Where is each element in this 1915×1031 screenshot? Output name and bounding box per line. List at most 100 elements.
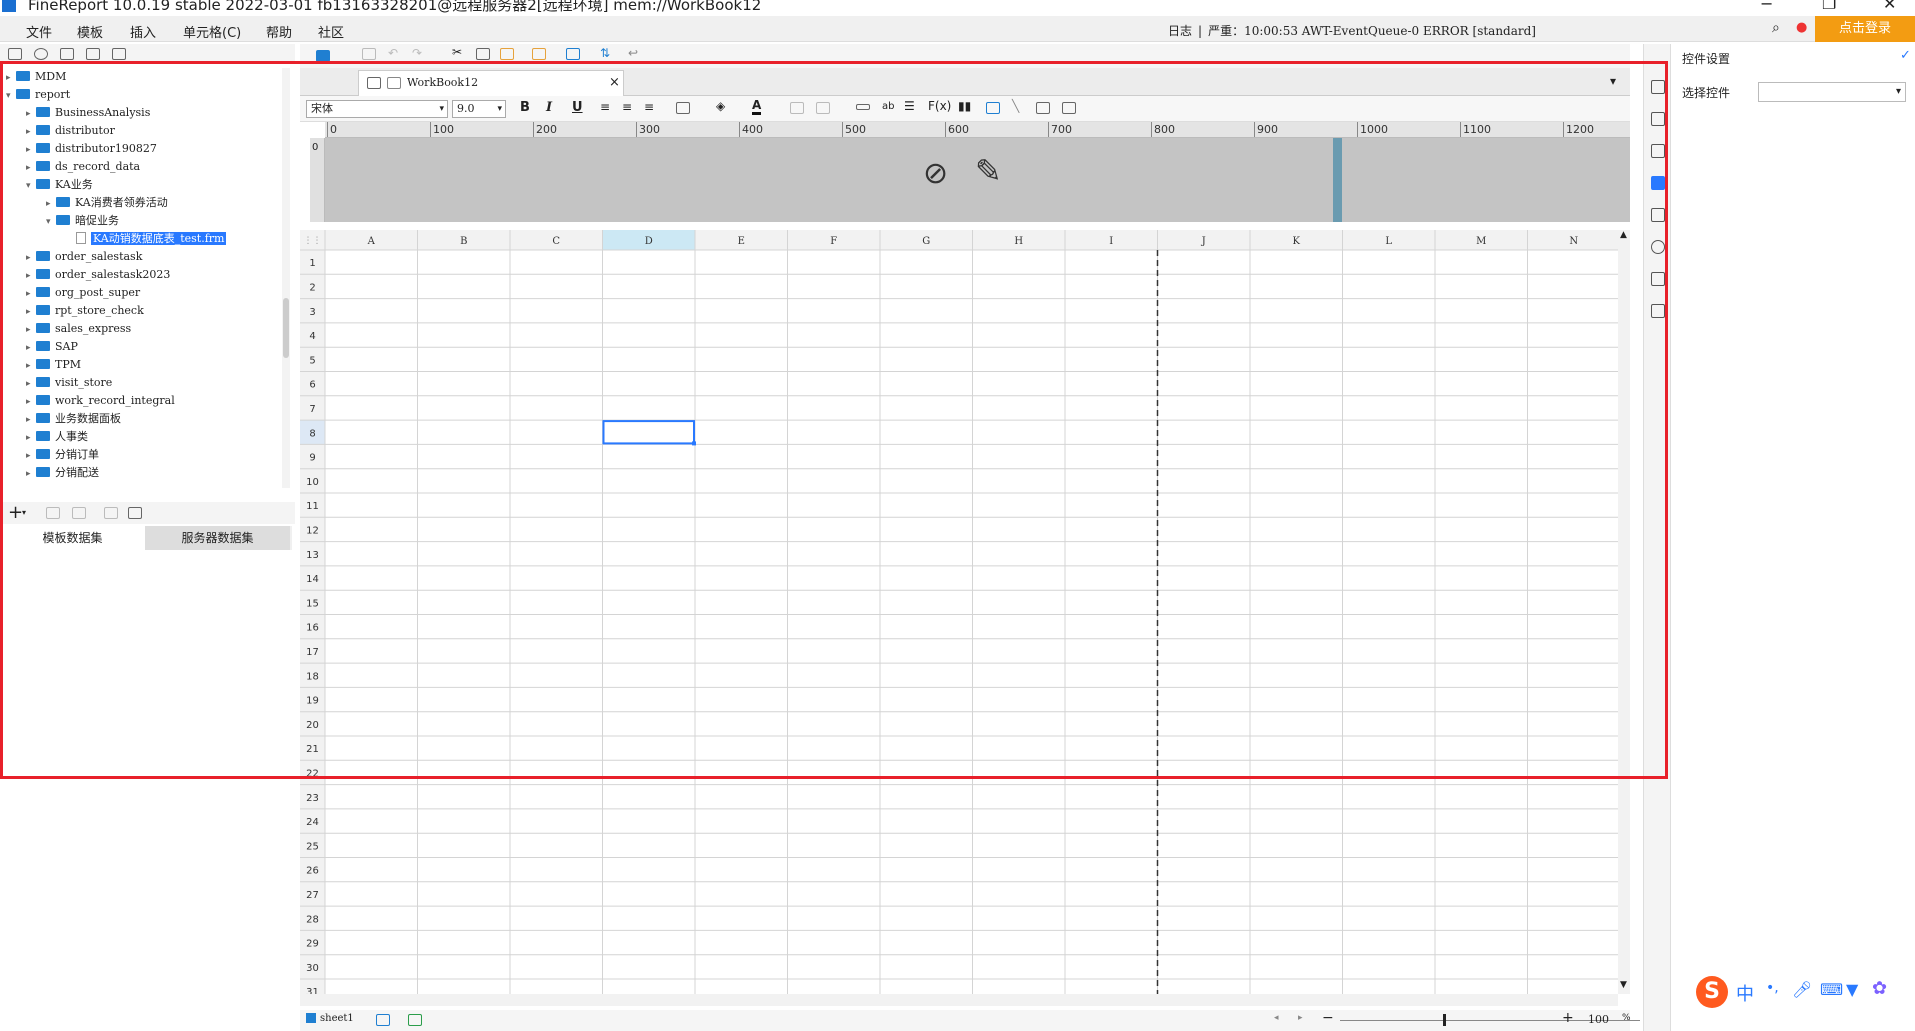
collapsed-arrow-icon[interactable]: ▸ (26, 393, 36, 411)
subreport-icon[interactable] (1036, 102, 1050, 114)
tree-folder[interactable]: ▸ SAP (26, 338, 78, 356)
menu-template[interactable]: 模板 (77, 22, 103, 41)
tree-folder[interactable]: ▾ KA业务 (26, 176, 93, 194)
add-report-icon[interactable] (408, 1014, 422, 1026)
tree-folder[interactable]: ▸ sales_express (26, 320, 131, 338)
tree-folder[interactable]: ▸ distributor (26, 122, 115, 140)
tree-folder[interactable]: ▸ 分销配送 (26, 464, 99, 482)
spreadsheet-grid[interactable]: A B C D E F G H I J K L M N 1 2 3 4 5 6 7 8 9 10 11 12 13 14 15 16 17 1… (300, 230, 1618, 994)
copy-toolbar-icon[interactable] (476, 48, 490, 60)
chart-icon[interactable]: ▮▮ (958, 99, 971, 113)
selected-cell[interactable] (602, 420, 695, 445)
tree-folder[interactable]: ▸ TPM (26, 356, 81, 374)
sogou-logo[interactable]: S (1696, 976, 1728, 1008)
font-select[interactable]: 宋体 ▾ (306, 100, 448, 118)
row-header[interactable]: 15 (306, 598, 319, 609)
row-header[interactable]: 8 (309, 428, 315, 439)
mobile-attr-icon[interactable] (1651, 272, 1665, 286)
collapsed-arrow-icon[interactable]: ▸ (26, 303, 36, 321)
sheet-tab[interactable]: sheet1 (320, 1013, 354, 1024)
microphone-icon[interactable]: 🎤︎ (1792, 980, 1812, 999)
italic-button[interactable]: I (546, 100, 552, 115)
column-header[interactable]: K (1293, 236, 1301, 247)
menu-file[interactable]: 文件 (26, 22, 52, 41)
column-header[interactable]: I (1109, 236, 1113, 247)
unmerge-icon[interactable] (816, 102, 830, 114)
column-header[interactable]: B (460, 236, 467, 247)
collapsed-arrow-icon[interactable]: ▸ (26, 159, 36, 177)
scroll-up-icon[interactable]: ▲ (1620, 230, 1627, 240)
tree-folder[interactable]: ▸ work_record_integral (26, 392, 175, 410)
tree-folder[interactable]: ▸ visit_store (26, 374, 112, 392)
preview-icon[interactable] (566, 48, 580, 60)
add-sheet-icon[interactable] (376, 1014, 390, 1026)
copy-icon[interactable] (112, 48, 126, 60)
row-header[interactable]: 5 (309, 355, 315, 366)
tree-folder[interactable]: ▸ distributor190827 (26, 140, 157, 158)
row-header[interactable]: 19 (306, 696, 319, 707)
row-header[interactable]: 17 (306, 647, 319, 658)
column-header[interactable]: M (1476, 236, 1486, 247)
row-header[interactable]: 11 (306, 501, 319, 512)
ime-lang[interactable]: 中 (1736, 980, 1754, 1006)
tab-server-dataset[interactable]: 服务器数据集 (145, 526, 290, 550)
collapsed-arrow-icon[interactable]: ▸ (26, 285, 36, 303)
tree-folder[interactable]: ▸ KA消费者领券活动 (46, 194, 168, 212)
slash-icon[interactable]: ╲ (1012, 99, 1019, 113)
column-header[interactable]: C (552, 236, 560, 247)
close-window-icon[interactable]: ✕ (1883, 0, 1896, 13)
collapsed-arrow-icon[interactable]: ▸ (46, 195, 56, 213)
tree-structure-icon[interactable] (1651, 304, 1665, 318)
hyperlink-icon[interactable] (1651, 240, 1665, 254)
delete-dataset-icon[interactable] (72, 507, 86, 519)
zoom-slider-handle[interactable] (1443, 1014, 1446, 1026)
collapsed-arrow-icon[interactable]: ▸ (26, 321, 36, 339)
collapsed-arrow-icon[interactable]: ▸ (26, 411, 36, 429)
row-header[interactable]: 14 (306, 574, 319, 585)
row-header[interactable]: 30 (306, 963, 319, 974)
collapsed-arrow-icon[interactable]: ▸ (26, 249, 36, 267)
parameter-icon[interactable]: ⇅ (600, 46, 610, 60)
menu-community[interactable]: 社区 (318, 22, 344, 41)
menu-insert[interactable]: 插入 (130, 22, 156, 41)
row-header[interactable]: 29 (306, 939, 319, 950)
horizontal-scrollbar[interactable] (300, 994, 1618, 1006)
row-header[interactable]: 2 (309, 282, 315, 293)
row-header[interactable]: 9 (309, 453, 315, 464)
parameter-panel[interactable]: ⊘ ✎ (325, 138, 1630, 222)
text-icon[interactable]: ab (882, 101, 894, 112)
zoom-in-icon[interactable]: + (1562, 1010, 1574, 1026)
cell-attribute-icon[interactable] (1651, 80, 1665, 94)
prev-sheet-icon[interactable]: ◂ (1274, 1013, 1279, 1023)
collapsed-arrow-icon[interactable]: ▸ (26, 375, 36, 393)
parameter-width-marker[interactable] (1333, 138, 1342, 222)
row-header[interactable]: 1 (309, 258, 315, 269)
bold-button[interactable]: B (520, 100, 530, 115)
row-header[interactable]: 6 (309, 380, 315, 391)
cell-element-attr-icon[interactable] (1651, 112, 1665, 126)
collapsed-arrow-icon[interactable]: ▸ (26, 429, 36, 447)
row-header[interactable]: 3 (309, 307, 315, 318)
tree-folder[interactable]: ▸ order_salestask (26, 248, 142, 266)
minimize-icon[interactable]: − (1760, 0, 1773, 13)
select-widget-dropdown[interactable]: ▾ (1758, 82, 1906, 102)
font-color-icon[interactable]: A (752, 98, 762, 115)
align-left-icon[interactable]: ≡ (600, 100, 610, 114)
pencil-edit-icon[interactable]: ✎ (975, 152, 1002, 190)
keyboard-icon[interactable]: ⌨ (1820, 980, 1843, 999)
collapsed-arrow-icon[interactable]: ▸ (26, 447, 36, 465)
row-header[interactable]: 31 (306, 987, 319, 994)
select-all-corner[interactable]: ⋮⋮ (304, 236, 322, 246)
cut-icon[interactable]: ✂ (452, 45, 462, 59)
column-header[interactable]: A (367, 236, 376, 247)
collapsed-arrow-icon[interactable]: ▸ (26, 465, 36, 483)
align-right-icon[interactable]: ≡ (644, 100, 654, 114)
widget-settings-icon[interactable] (1651, 176, 1665, 190)
tree-folder[interactable]: ▾ report (6, 86, 70, 104)
widget-icon[interactable] (316, 50, 330, 62)
column-header[interactable]: N (1569, 236, 1578, 247)
collapsed-arrow-icon[interactable]: ▸ (6, 69, 16, 87)
row-header[interactable]: 4 (309, 331, 315, 342)
expanded-arrow-icon[interactable]: ▾ (26, 177, 36, 195)
tree-file[interactable]: KA动销数据底表_test.frm (66, 230, 227, 248)
